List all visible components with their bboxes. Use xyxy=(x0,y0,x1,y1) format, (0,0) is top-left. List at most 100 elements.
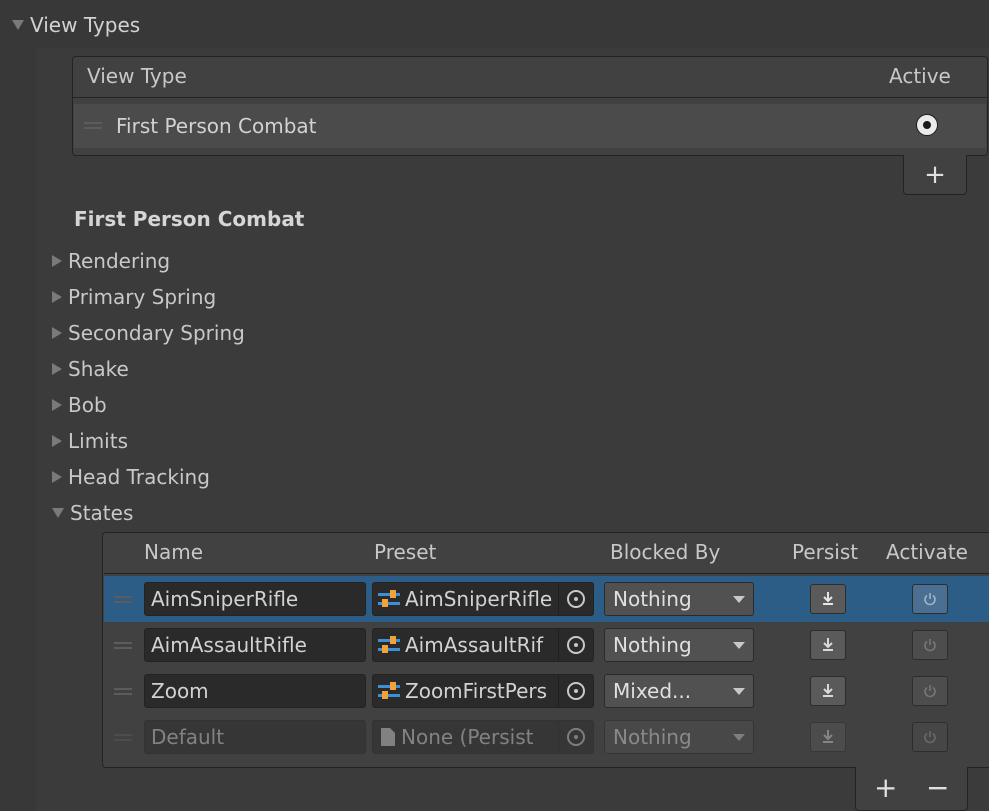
power-icon xyxy=(924,639,936,652)
persist-icon xyxy=(823,730,833,743)
foldout-label: Rendering xyxy=(68,249,171,273)
foldout-bob[interactable]: Bob xyxy=(52,390,107,420)
power-icon xyxy=(924,593,936,606)
expanded-arrow-icon xyxy=(52,508,64,518)
object-picker-icon[interactable] xyxy=(558,675,593,707)
foldout-secondary-spring[interactable]: Secondary Spring xyxy=(52,318,245,348)
state-name-field[interactable]: AimSniperRifle xyxy=(144,582,366,616)
persist-icon xyxy=(823,592,833,605)
col-view-type: View Type xyxy=(87,64,187,88)
object-picker-icon xyxy=(558,721,593,753)
blocked-by-dropdown: Nothing xyxy=(604,720,754,754)
state-row[interactable]: Default None (Persist Nothing xyxy=(104,714,989,760)
view-type-row[interactable]: First Person Combat xyxy=(74,104,986,148)
activate-button[interactable] xyxy=(912,630,948,660)
persist-icon xyxy=(823,638,833,651)
col-active: Active xyxy=(889,64,951,88)
foldout-rendering[interactable]: Rendering xyxy=(52,246,170,276)
foldout-label: States xyxy=(70,501,134,525)
foldout-label: Primary Spring xyxy=(68,285,217,309)
foldout-label: Head Tracking xyxy=(68,465,210,489)
col-name: Name xyxy=(144,540,204,564)
view-types-label: View Types xyxy=(30,13,141,37)
states-header: Name Preset Blocked By Persist Activate xyxy=(104,533,989,574)
selected-view-heading: First Person Combat xyxy=(74,207,305,231)
preset-icon xyxy=(378,590,400,607)
preset-value: None (Persist xyxy=(401,725,534,749)
preset-field[interactable]: AimAssaultRif xyxy=(372,628,594,662)
view-type-list: View Type Active First Person Combat xyxy=(72,56,988,156)
drag-handle-icon[interactable] xyxy=(114,734,132,741)
blocked-by-value: Nothing xyxy=(613,633,692,657)
states-footer: + − xyxy=(855,767,968,811)
blocked-by-dropdown[interactable]: Nothing xyxy=(604,628,754,662)
state-row[interactable]: AimSniperRifle AimSniperRifle Nothing xyxy=(104,576,989,622)
object-picker-icon[interactable] xyxy=(558,583,593,615)
collapsed-arrow-icon xyxy=(52,291,62,303)
preset-value: AimAssaultRif xyxy=(405,633,544,657)
dropdown-arrow-icon xyxy=(733,641,745,649)
col-blocked-by: Blocked By xyxy=(610,540,721,564)
preset-value: AimSniperRifle xyxy=(405,587,553,611)
dropdown-arrow-icon xyxy=(733,687,745,695)
drag-handle-icon[interactable] xyxy=(84,122,102,129)
foldout-head-tracking[interactable]: Head Tracking xyxy=(52,462,210,492)
blocked-by-dropdown[interactable]: Mixed... xyxy=(604,674,754,708)
add-view-type-button[interactable]: + xyxy=(903,155,967,195)
remove-state-button[interactable]: − xyxy=(926,771,949,804)
blocked-by-value: Nothing xyxy=(613,725,692,749)
foldout-states[interactable]: States xyxy=(52,498,133,528)
drag-handle-icon[interactable] xyxy=(114,596,132,603)
activate-button[interactable] xyxy=(912,676,948,706)
dropdown-arrow-icon xyxy=(733,733,745,741)
add-state-button[interactable]: + xyxy=(874,771,897,804)
preset-field[interactable]: ZoomFirstPers xyxy=(372,674,594,708)
object-picker-icon[interactable] xyxy=(558,629,593,661)
power-icon xyxy=(924,731,936,744)
power-icon xyxy=(924,685,936,698)
drag-handle-icon[interactable] xyxy=(114,688,132,695)
collapsed-arrow-icon xyxy=(52,327,62,339)
foldout-label: Shake xyxy=(68,357,129,381)
foldout-primary-spring[interactable]: Primary Spring xyxy=(52,282,216,312)
collapsed-arrow-icon xyxy=(52,435,62,447)
activate-button[interactable] xyxy=(912,584,948,614)
active-radio[interactable] xyxy=(916,114,938,136)
file-icon xyxy=(381,728,395,746)
view-types-foldout[interactable]: View Types xyxy=(12,10,140,40)
foldout-shake[interactable]: Shake xyxy=(52,354,129,384)
state-name-field[interactable]: Zoom xyxy=(144,674,366,708)
preset-field[interactable]: AimSniperRifle xyxy=(372,582,594,616)
persist-button[interactable] xyxy=(810,584,846,614)
preset-value: ZoomFirstPers xyxy=(405,679,548,703)
foldout-label: Limits xyxy=(68,429,128,453)
collapsed-arrow-icon xyxy=(52,471,62,483)
collapsed-arrow-icon xyxy=(52,363,62,375)
foldout-limits[interactable]: Limits xyxy=(52,426,128,456)
foldout-label: Secondary Spring xyxy=(68,321,245,345)
state-row[interactable]: AimAssaultRifle AimAssaultRif Nothing xyxy=(104,622,989,668)
drag-handle-icon[interactable] xyxy=(114,642,132,649)
blocked-by-value: Mixed... xyxy=(613,679,692,703)
col-persist: Persist xyxy=(792,540,859,564)
collapsed-arrow-icon xyxy=(52,255,62,267)
persist-button[interactable] xyxy=(810,676,846,706)
activate-button[interactable] xyxy=(912,722,948,752)
blocked-by-dropdown[interactable]: Nothing xyxy=(604,582,754,616)
radio-dot-icon xyxy=(923,121,931,129)
state-row[interactable]: Zoom ZoomFirstPers Mixed... xyxy=(104,668,989,714)
preset-field: None (Persist xyxy=(372,720,594,754)
persist-button xyxy=(810,722,846,752)
blocked-by-value: Nothing xyxy=(613,587,692,611)
view-type-list-header: View Type Active xyxy=(73,57,987,98)
persist-button[interactable] xyxy=(810,630,846,660)
preset-icon xyxy=(378,636,400,653)
col-preset: Preset xyxy=(374,540,437,564)
view-type-name: First Person Combat xyxy=(116,114,317,138)
expanded-arrow-icon xyxy=(12,20,24,30)
preset-icon xyxy=(378,682,400,699)
col-activate: Activate xyxy=(886,540,968,564)
state-name-field[interactable]: AimAssaultRifle xyxy=(144,628,366,662)
persist-icon xyxy=(823,684,833,697)
foldout-label: Bob xyxy=(68,393,107,417)
